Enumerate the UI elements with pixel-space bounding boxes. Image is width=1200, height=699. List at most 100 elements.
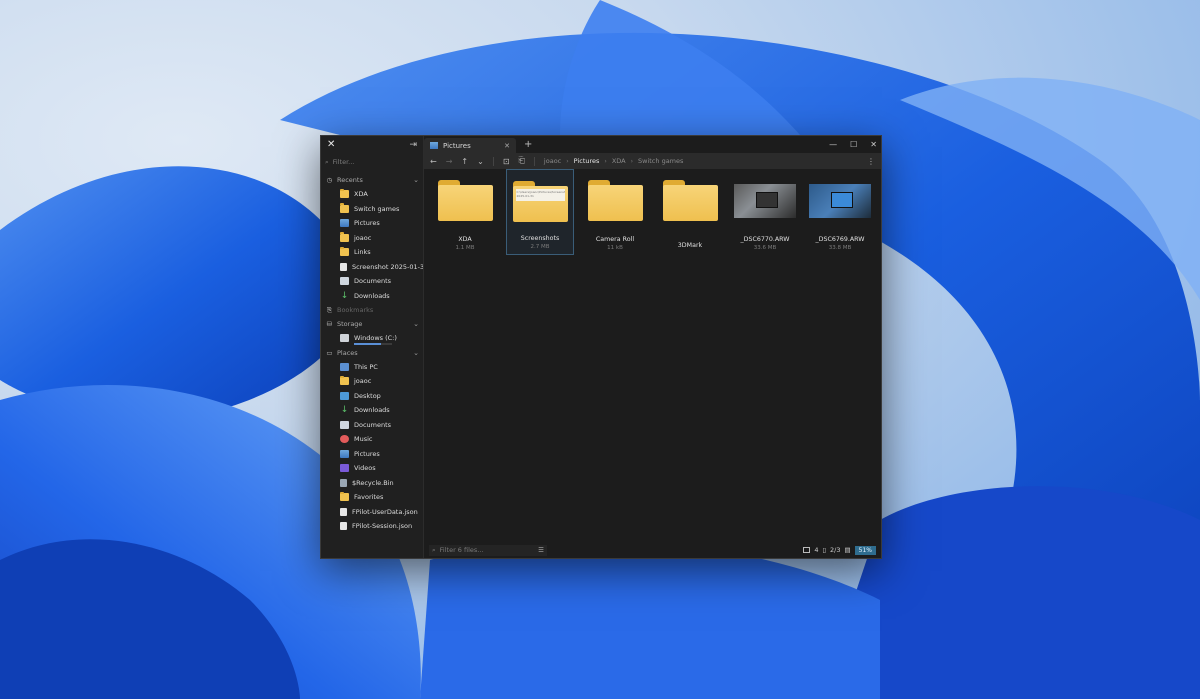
sidebar-item[interactable]: Switch games <box>321 202 423 217</box>
sidebar-item-label: Links <box>354 248 371 257</box>
sidebar-item[interactable]: FPilot-UserData.json <box>321 505 423 520</box>
sidebar-item-label: This PC <box>354 362 378 371</box>
file-tile[interactable]: Camera Roll 11 kB <box>581 169 649 255</box>
folder-icon <box>340 375 349 386</box>
sidebar-item[interactable]: FPilot-Session.json <box>321 519 423 534</box>
back-button[interactable]: ← <box>430 157 437 166</box>
pictures-icon <box>430 142 438 149</box>
collapse-sidebar-icon[interactable]: ⇥ <box>409 140 417 150</box>
chevron-down-icon[interactable]: ⌄ <box>413 349 419 357</box>
lock-icon[interactable]: ⊡ <box>503 157 510 166</box>
breadcrumb-item[interactable]: Switch games <box>638 157 683 165</box>
sidebar-item-label: joaoc <box>354 377 372 386</box>
sidebar-filter-input[interactable]: ⌕ Filter... <box>325 155 419 169</box>
maximize-button[interactable]: ☐ <box>850 140 857 149</box>
sidebar-item[interactable]: Pictures <box>321 447 423 462</box>
breadcrumb-item[interactable]: XDA <box>612 157 626 165</box>
close-tab-icon[interactable]: ✕ <box>504 142 510 150</box>
sidebar-item[interactable]: joaoc <box>321 374 423 389</box>
breadcrumb-item[interactable]: joaoc <box>544 157 561 165</box>
music-icon <box>340 435 349 444</box>
recycle-bin-icon <box>340 478 347 487</box>
sidebar-item-label: FPilot-Session.json <box>352 522 413 531</box>
folder-icon <box>340 491 349 502</box>
sidebar-item[interactable]: Screenshot 2025-01-3... <box>321 260 423 275</box>
main-pane: Pictures ✕ + — ☐ ✕ ← → ↑ ⌄ ⊡ ⎗ joaoc › P… <box>424 136 881 558</box>
section-bookmarks[interactable]: ⎘ Bookmarks <box>321 303 423 317</box>
drive-usage-bar <box>354 342 392 345</box>
download-icon: ↓ <box>340 405 349 416</box>
sidebar-item[interactable]: Documents <box>321 274 423 289</box>
image-thumbnail <box>734 184 796 218</box>
breadcrumb-separator-icon: › <box>604 157 607 165</box>
videos-icon <box>340 464 349 473</box>
folder-icon <box>340 203 349 213</box>
sidebar-item[interactable]: ↓ Downloads <box>321 289 423 304</box>
file-tile[interactable]: _DSC6770.ARW 33.6 MB <box>731 169 799 255</box>
more-options-icon[interactable]: ⋮ <box>867 157 875 166</box>
forward-button[interactable]: → <box>446 157 453 166</box>
minimize-button[interactable]: — <box>829 140 837 149</box>
zoom-level[interactable]: 51% <box>854 545 876 555</box>
chevron-down-icon[interactable]: ⌄ <box>413 176 419 184</box>
sidebar-item[interactable]: joaoc <box>321 231 423 246</box>
file-filter-input[interactable]: ⌕ Filter 6 files... ☰ <box>429 544 547 556</box>
file-tile[interactable]: C:\Users\joaoc\Pictures\Screenshots\Scre… <box>506 169 574 255</box>
places-icon: ▭ <box>326 348 333 357</box>
sidebar: ✕ ⇥ ⌕ Filter... ◷ Recents ⌄ XDA Switch ga… <box>321 136 424 558</box>
filter-options-icon[interactable]: ☰ <box>538 546 544 554</box>
sidebar-item[interactable]: Documents <box>321 418 423 433</box>
divider <box>492 156 494 166</box>
storage-icon: ⛁ <box>326 320 333 328</box>
file-grid: XDA 1.1 MB C:\Users\joaoc\Pictures\Scree… <box>424 169 881 255</box>
search-icon: ⌕ <box>432 545 436 554</box>
folder-count: 4 <box>814 546 819 554</box>
sidebar-item[interactable]: Favorites <box>321 490 423 505</box>
clock-icon: ◷ <box>326 176 333 184</box>
up-button[interactable]: ↑ <box>461 157 468 166</box>
sidebar-item-label: Documents <box>354 420 392 429</box>
details-icon[interactable]: ▤ <box>845 546 851 554</box>
sidebar-item-label: Downloads <box>354 291 390 300</box>
file-icon <box>340 507 347 516</box>
sidebar-item-label: Desktop <box>354 391 381 400</box>
sidebar-item[interactable]: This PC <box>321 360 423 375</box>
sidebar-item-windows-c[interactable]: Windows (C:) <box>321 331 423 346</box>
file-tile[interactable]: XDA 1.1 MB <box>431 169 499 255</box>
drive-usage-fill <box>354 342 382 345</box>
bookmark-button[interactable]: ⎗ <box>519 156 525 166</box>
tab-pictures[interactable]: Pictures ✕ <box>424 138 516 153</box>
file-count: 2/3 <box>830 546 841 554</box>
sidebar-item[interactable]: $Recycle.Bin <box>321 476 423 491</box>
file-count-icon: ▯ <box>822 546 827 554</box>
sidebar-item-label: Videos <box>354 464 376 473</box>
image-thumbnail <box>809 184 871 218</box>
section-storage[interactable]: ⛁ Storage ⌄ <box>321 317 423 331</box>
file-icon <box>340 262 347 271</box>
status-bar: ⌕ Filter 6 files... ☰ 4 ▯ 2/3 ▤ 51% <box>424 542 881 558</box>
sidebar-item[interactable]: Links <box>321 245 423 260</box>
desktop-icon <box>340 391 349 400</box>
sidebar-item[interactable]: Music <box>321 432 423 447</box>
sidebar-item-label: XDA <box>354 190 368 199</box>
history-dropdown-icon[interactable]: ⌄ <box>477 157 484 166</box>
folder-icon <box>340 232 349 242</box>
file-tile[interactable]: _DSC6769.ARW 33.8 MB <box>806 169 874 255</box>
section-recents[interactable]: ◷ Recents ⌄ <box>321 173 423 187</box>
sidebar-item[interactable]: Desktop <box>321 389 423 404</box>
toolbar: ← → ↑ ⌄ ⊡ ⎗ joaoc › Pictures › XDA › Swi… <box>424 153 881 169</box>
sidebar-item[interactable]: XDA <box>321 187 423 202</box>
close-window-button[interactable]: ✕ <box>870 140 877 149</box>
breadcrumb-item[interactable]: Pictures <box>574 157 600 165</box>
breadcrumb-separator-icon: › <box>566 157 569 165</box>
section-places[interactable]: ▭ Places ⌄ <box>321 346 423 360</box>
sidebar-item-label: Favorites <box>354 493 384 502</box>
pictures-icon <box>340 449 349 458</box>
sidebar-item[interactable]: Videos <box>321 461 423 476</box>
chevron-down-icon[interactable]: ⌄ <box>413 320 419 328</box>
breadcrumb: joaoc › Pictures › XDA › Switch games <box>544 157 683 165</box>
file-tile[interactable]: 3DMark <box>656 169 724 255</box>
new-tab-button[interactable]: + <box>524 139 532 150</box>
sidebar-item[interactable]: Pictures <box>321 216 423 231</box>
sidebar-item[interactable]: ↓ Downloads <box>321 403 423 418</box>
